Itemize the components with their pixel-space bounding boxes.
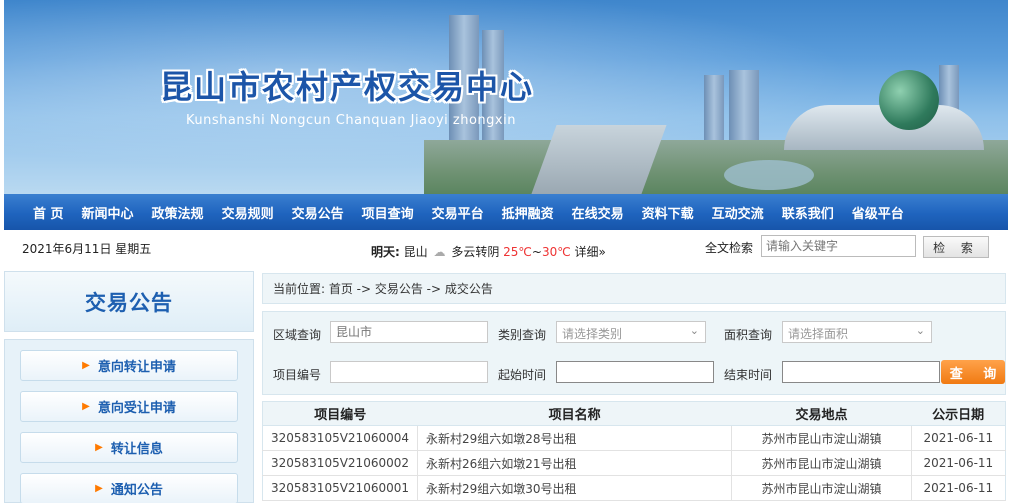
table-row[interactable]: 320583105V21060001 永新村29组六如墩30号出租 苏州市昆山市… — [262, 475, 1006, 501]
area-select[interactable]: 请选择面积 ⌄ — [782, 321, 932, 343]
nav-rules[interactable]: 交易规则 — [222, 203, 274, 222]
search-button[interactable]: 检 索 — [923, 236, 989, 258]
arrow-right-icon: ▶ — [82, 401, 90, 412]
cell-project-name[interactable]: 永新村26组六如墩21号出租 — [417, 450, 733, 476]
sidebar-item-label: 意向转让申请 — [97, 360, 176, 375]
cell-publish-date: 2021-06-11 — [911, 450, 1006, 476]
nav-mortgage[interactable]: 抵押融资 — [502, 203, 554, 222]
cell-trade-location: 苏州市昆山市淀山湖镇 — [731, 425, 912, 451]
sidebar-title-text: 交易公告 — [85, 290, 173, 315]
cell-trade-location: 苏州市昆山市淀山湖镇 — [731, 475, 912, 501]
col-trade-location: 交易地点 — [731, 401, 912, 426]
sidebar-item-acquire-intent[interactable]: ▶ 意向受让申请 — [20, 391, 238, 422]
chevron-down-icon: ⌄ — [915, 324, 925, 337]
filter-panel: 区域查询 类别查询 请选择类别 ⌄ 面积查询 请选择面积 ⌄ 项目编号 起始时间… — [262, 311, 1006, 395]
chevron-down-icon: ⌄ — [689, 324, 699, 337]
cell-project-no: 320583105V21060002 — [262, 450, 418, 476]
nav-contact[interactable]: 联系我们 — [782, 203, 834, 222]
sidebar-item-label: 转让信息 — [110, 442, 163, 457]
category-label: 类别查询 — [498, 328, 547, 342]
end-time-input[interactable] — [782, 361, 940, 383]
results-table: 项目编号 项目名称 交易地点 公示日期 320583105V21060004 永… — [262, 401, 1006, 501]
arrow-right-icon: ▶ — [95, 483, 103, 494]
weather-detail-link[interactable]: 详细» — [575, 245, 606, 259]
region-input[interactable] — [330, 321, 488, 343]
cell-publish-date: 2021-06-11 — [911, 475, 1006, 501]
search-label: 全文检索 — [705, 241, 754, 255]
banner-dome — [879, 70, 939, 130]
cell-publish-date: 2021-06-11 — [911, 425, 1006, 451]
weather-temp-low: 30℃ — [541, 245, 571, 259]
arrow-right-icon: ▶ — [82, 360, 90, 371]
weather-label: 明天: — [371, 245, 400, 259]
weather-temp-high: 25℃ — [503, 245, 532, 259]
nav-policy[interactable]: 政策法规 — [152, 203, 204, 222]
sidebar-item-notices[interactable]: ▶ 通知公告 — [20, 473, 238, 503]
sidebar-title: 交易公告 — [4, 271, 254, 332]
table-row[interactable]: 320583105V21060004 永新村29组六如墩28号出租 苏州市昆山市… — [262, 425, 1006, 451]
arrow-right-icon: ▶ — [95, 442, 103, 453]
cell-project-name[interactable]: 永新村29组六如墩30号出租 — [417, 475, 733, 501]
sidebar-item-label: 通知公告 — [110, 483, 163, 498]
col-publish-date: 公示日期 — [911, 401, 1006, 426]
sidebar-item-transfer-intent[interactable]: ▶ 意向转让申请 — [20, 350, 238, 381]
start-time-label: 起始时间 — [498, 368, 547, 382]
search-input[interactable] — [761, 235, 916, 257]
site-subtitle: Kunshanshi Nongcun Chanquan Jiaoyi zhong… — [186, 113, 516, 128]
cloud-icon: ☁ — [433, 245, 446, 259]
nav-interaction[interactable]: 互动交流 — [712, 203, 764, 222]
nav-home[interactable]: 首 页 — [33, 203, 64, 222]
cell-project-no: 320583105V21060004 — [262, 425, 418, 451]
nav-trade-platform[interactable]: 交易平台 — [432, 203, 484, 222]
cell-trade-location: 苏州市昆山市淀山湖镇 — [731, 450, 912, 476]
end-time-label: 结束时间 — [724, 368, 773, 382]
cell-project-name[interactable]: 永新村29组六如墩28号出租 — [417, 425, 733, 451]
start-time-input[interactable] — [556, 361, 714, 383]
nav-online-trade[interactable]: 在线交易 — [572, 203, 624, 222]
weather-city: 昆山 — [403, 245, 428, 259]
table-row[interactable]: 320583105V21060002 永新村26组六如墩21号出租 苏州市昆山市… — [262, 450, 1006, 476]
category-select-value: 请选择类别 — [562, 327, 623, 341]
nav-project-query[interactable]: 项目查询 — [362, 203, 414, 222]
col-project-no: 项目编号 — [262, 401, 418, 426]
weather-condition: 多云转阴 — [451, 245, 500, 259]
project-no-label: 项目编号 — [273, 368, 322, 382]
site-title: 昆山市农村产权交易中心 — [160, 68, 535, 106]
banner-water — [724, 160, 814, 190]
nav-provincial[interactable]: 省级平台 — [852, 203, 904, 222]
nav-downloads[interactable]: 资料下载 — [642, 203, 694, 222]
project-no-input[interactable] — [330, 361, 488, 383]
area-label: 面积查询 — [724, 328, 773, 342]
weather-temp-sep: ~ — [531, 245, 542, 259]
sidebar-menu: ▶ 意向转让申请 ▶ 意向受让申请 ▶ 转让信息 ▶ 通知公告 — [4, 339, 254, 503]
breadcrumb: 当前位置: 首页 -> 交易公告 -> 成交公告 — [262, 273, 1006, 304]
sidebar-item-label: 意向受让申请 — [97, 401, 176, 416]
banner-tower — [729, 70, 759, 145]
table-header-row: 项目编号 项目名称 交易地点 公示日期 — [262, 401, 1006, 426]
col-project-name: 项目名称 — [417, 401, 732, 426]
category-select[interactable]: 请选择类别 ⌄ — [556, 321, 706, 343]
cell-project-no: 320583105V21060001 — [262, 475, 418, 501]
nav-news[interactable]: 新闻中心 — [82, 203, 134, 222]
sidebar-item-transfer-info[interactable]: ▶ 转让信息 — [20, 432, 238, 463]
weather-widget: 明天: 昆山 ☁ 多云转阴 25℃~30℃ 详细» — [371, 243, 606, 260]
current-date: 2021年6月11日 星期五 — [22, 242, 152, 256]
area-select-value: 请选择面积 — [788, 327, 849, 341]
info-bar: 2021年6月11日 星期五 明天: 昆山 ☁ 多云转阴 25℃~30℃ 详细»… — [4, 230, 1008, 264]
banner-tower — [704, 75, 724, 145]
region-label: 区域查询 — [273, 328, 322, 342]
main-nav: 首 页 新闻中心 政策法规 交易规则 交易公告 项目查询 交易平台 抵押融资 在… — [4, 194, 1008, 230]
query-button[interactable]: 查 询 — [941, 360, 1005, 384]
nav-announcements[interactable]: 交易公告 — [292, 203, 344, 222]
